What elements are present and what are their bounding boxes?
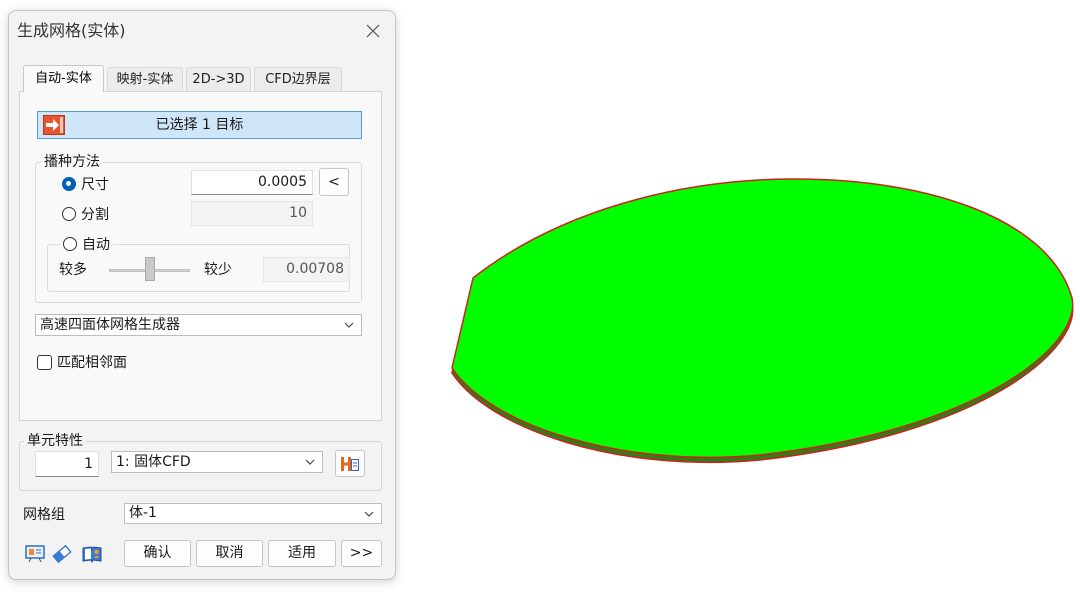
solid-model[interactable] (451, 178, 1074, 464)
help-book-icon[interactable] (80, 542, 103, 565)
select-target-label: 已选择 1 目标 (155, 117, 244, 133)
chevron-down-icon (344, 322, 354, 328)
tab-mapped-solid[interactable]: 映射-实体 (107, 67, 183, 91)
auto-more-label: 较多 (59, 262, 87, 278)
dialog-title: 生成网格(实体) (17, 21, 126, 40)
close-icon[interactable] (365, 23, 381, 39)
element-properties-legend: 单元特性 (24, 433, 86, 449)
radio-size[interactable] (62, 177, 76, 191)
select-target-button[interactable]: 已选择 1 目标 (37, 111, 362, 139)
property-editor-icon (340, 454, 360, 474)
radio-divisions-label: 分割 (81, 207, 109, 223)
radio-auto-row[interactable]: 自动 (60, 235, 113, 253)
display-icon[interactable] (23, 542, 46, 565)
property-dropdown[interactable]: 1: 固体CFD (111, 451, 323, 473)
property-dropdown-value: 1: 固体CFD (116, 454, 191, 470)
cancel-button[interactable]: 取消 (196, 540, 263, 567)
property-editor-button[interactable] (335, 450, 365, 477)
mesher-dropdown[interactable]: 高速四面体网格生成器 (35, 314, 362, 336)
tab-2d-to-3d[interactable]: 2D->3D (186, 67, 251, 91)
chevron-down-icon (305, 459, 315, 465)
radio-divisions-row[interactable]: 分割 (62, 205, 109, 223)
eraser-icon[interactable] (50, 542, 73, 565)
match-faces-row[interactable]: 匹配相邻面 (37, 353, 127, 371)
slider-thumb[interactable] (144, 257, 155, 281)
auto-size-readout: 0.00708 (263, 257, 350, 282)
mesh-group-value: 体-1 (129, 505, 157, 521)
model-top-face[interactable] (451, 178, 1074, 459)
radio-divisions[interactable] (62, 207, 76, 221)
size-input[interactable]: 0.0005 (191, 170, 313, 195)
tab-panel-auto-solid: 已选择 1 目标 播种方法 尺寸 0.0005 < 分割 10 自动 较多 较少 (19, 91, 382, 421)
mesh-group-dropdown[interactable]: 体-1 (124, 503, 382, 524)
mesh-group-label: 网格组 (23, 507, 65, 523)
mesher-dropdown-value: 高速四面体网格生成器 (40, 317, 180, 333)
tab-auto-solid[interactable]: 自动-实体 (23, 65, 104, 92)
more-options-button[interactable]: >> (341, 540, 382, 567)
chevron-down-icon (364, 511, 374, 517)
graphics-viewport[interactable] (400, 0, 1080, 590)
match-faces-label: 匹配相邻面 (57, 355, 127, 371)
pick-size-button[interactable]: < (319, 168, 349, 196)
auto-less-label: 较少 (204, 262, 232, 278)
radio-auto-label: 自动 (82, 237, 110, 253)
property-id-input[interactable]: 1 (35, 451, 99, 477)
divisions-input[interactable]: 10 (191, 201, 313, 226)
match-faces-checkbox[interactable] (37, 354, 52, 370)
ok-button[interactable]: 确认 (124, 540, 191, 567)
apply-button[interactable]: 适用 (268, 540, 336, 567)
radio-size-row[interactable]: 尺寸 (62, 175, 109, 193)
seeding-method-legend: 播种方法 (41, 154, 103, 170)
radio-size-label: 尺寸 (81, 177, 109, 193)
radio-auto[interactable] (63, 237, 77, 251)
generate-mesh-dialog: 生成网格(实体) 自动-实体 映射-实体 2D->3D CFD边界层 已选择 1… (8, 10, 396, 580)
auto-density-slider[interactable] (109, 257, 190, 281)
tab-cfd-boundary-layer[interactable]: CFD边界层 (254, 67, 342, 91)
